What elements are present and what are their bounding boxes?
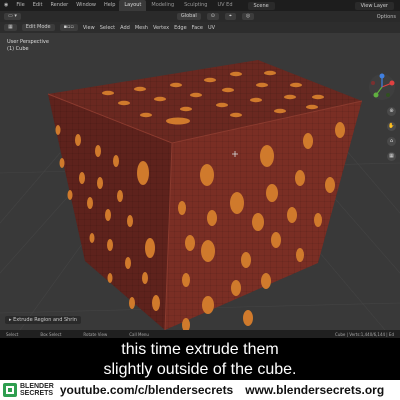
status-rotate-view: Rotate View [83, 331, 108, 337]
video-caption: this time extrude them slightly outside … [0, 338, 400, 382]
view-layer-selector[interactable]: View Layer [354, 1, 394, 10]
status-box-select: Box Select [40, 331, 62, 337]
top-menu-bar: ◉ File Edit Render Window Help Layout Mo… [0, 0, 400, 11]
menu-add[interactable]: Add [120, 25, 130, 31]
active-object-label: (1) Cube [7, 46, 29, 52]
snap-icon[interactable]: ⌖ [224, 13, 236, 20]
status-select: Select [6, 331, 19, 337]
last-operator-panel[interactable]: ▸ Extrude Region and Shrin [5, 316, 81, 324]
camera-icon[interactable]: ⌂ [387, 137, 396, 146]
caption-line-2: slightly outside of the cube. [103, 361, 297, 378]
blender-logo-icon[interactable]: ◉ [0, 0, 12, 11]
blender-secrets-logo-icon [3, 383, 17, 397]
select-mode-icons[interactable]: ▪▫▫ [59, 24, 78, 31]
navigation-gizmo-icon[interactable] [368, 73, 396, 101]
zoom-icon[interactable]: ⊕ [387, 107, 396, 116]
tool-header: ▭ ▾ Global ⊙ ⌖ ◎ Options [0, 11, 400, 22]
viewport-nav-buttons: ⊕ ✋ ⌂ ▦ [387, 107, 396, 161]
branding-footer: BLENDER SECRETS youtube.com/c/blendersec… [0, 380, 400, 400]
menu-select[interactable]: Select [100, 25, 115, 31]
status-bar: Select Box Select Rotate View Call Menu … [0, 330, 400, 338]
brand-name: BLENDER SECRETS [20, 383, 54, 397]
viewport-scene [0, 60, 400, 330]
select-box-tool-icon[interactable]: ▭ ▾ [4, 13, 21, 20]
tab-sculpting[interactable]: Sculpting [179, 0, 212, 11]
menu-edit[interactable]: Edit [29, 0, 47, 11]
menu-view[interactable]: View [83, 25, 95, 31]
website-link[interactable]: www.blendersecrets.org [245, 383, 384, 397]
mode-dropdown[interactable]: Edit Mode [21, 24, 55, 31]
tab-layout[interactable]: Layout [119, 0, 147, 11]
pan-hand-icon[interactable]: ✋ [387, 122, 396, 131]
viewport-header: ▦ Edit Mode ▪▫▫ View Select Add Mesh Ver… [0, 22, 400, 33]
brand-line-2: SECRETS [20, 390, 54, 397]
menu-help[interactable]: Help [100, 0, 119, 11]
view-perspective-label: User Perspective [7, 39, 49, 45]
scene-stats: Cube | Verts:1,440/6,144 | Ed [335, 331, 394, 337]
menu-vertex[interactable]: Vertex [153, 25, 169, 31]
grid-toggle-icon[interactable]: ▦ [387, 152, 396, 161]
caption-line-1: this time extrude them [121, 341, 279, 358]
menu-render[interactable]: Render [46, 0, 72, 11]
tab-modeling[interactable]: Modeling [146, 0, 179, 11]
menu-mesh[interactable]: Mesh [135, 25, 148, 31]
brand-line-1: BLENDER [20, 383, 54, 390]
pivot-icon[interactable]: ⊙ [206, 13, 219, 20]
youtube-link[interactable]: youtube.com/c/blendersecrets [60, 383, 233, 397]
menu-window[interactable]: Window [72, 0, 100, 11]
menu-uv[interactable]: UV [208, 25, 215, 31]
status-call-menu: Call Menu [129, 331, 149, 337]
3d-viewport[interactable]: User Perspective (1) Cube ⊕ ✋ ⌂ ▦ [0, 33, 400, 330]
proportional-edit-icon[interactable]: ◎ [241, 13, 255, 20]
last-operator-label: Extrude Region and Shrin [13, 317, 77, 323]
scene-selector[interactable]: Scene [247, 1, 275, 10]
tab-uv-editing[interactable]: UV Ed [212, 0, 237, 11]
menu-face[interactable]: Face [192, 25, 203, 31]
options-dropdown[interactable]: Options [377, 14, 396, 20]
menu-file[interactable]: File [12, 0, 28, 11]
editor-type-icon[interactable]: ▦ [4, 24, 17, 31]
menu-edge[interactable]: Edge [174, 25, 187, 31]
orientation-dropdown[interactable]: Global [176, 13, 201, 20]
